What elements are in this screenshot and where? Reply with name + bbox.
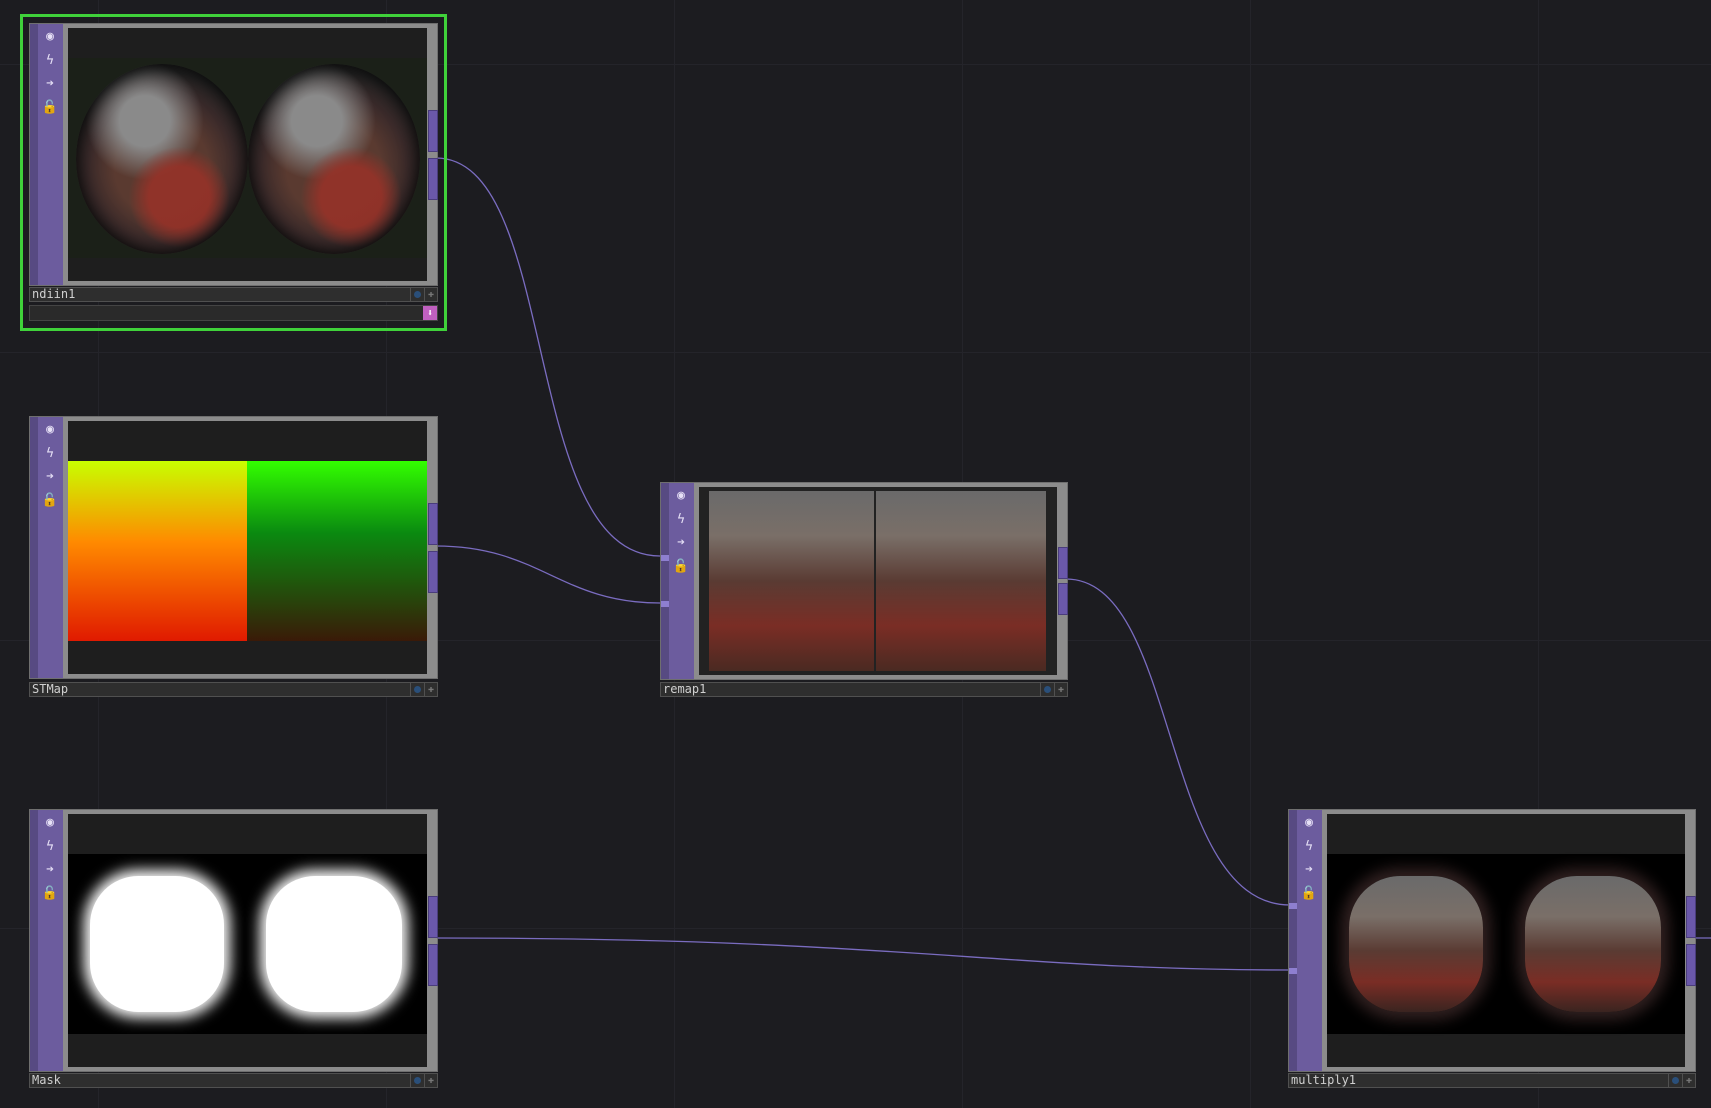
stmap-right-gradient	[247, 461, 427, 641]
bypass-flag-icon[interactable]: ϟ	[670, 508, 692, 530]
node-right-bar	[1057, 483, 1067, 679]
cook-indicator-icon[interactable]	[410, 683, 423, 696]
bypass-flag-icon[interactable]: ϟ	[39, 442, 61, 464]
flag-bar: ◉ ϟ ➔ 🔓	[30, 24, 63, 285]
viewer-flag-icon[interactable]: ◉	[39, 418, 61, 440]
remap-right-pano	[876, 491, 1046, 671]
node-right-bar	[427, 417, 437, 678]
display-flag-icon[interactable]: ➔	[39, 858, 61, 880]
lock-flag-icon[interactable]: 🔓	[39, 96, 61, 118]
bypass-flag-icon[interactable]: ϟ	[1298, 835, 1320, 857]
input-port[interactable]	[661, 601, 669, 607]
flag-bar: ◉ ϟ ➔ 🔓	[30, 417, 63, 678]
node-viewer	[68, 814, 427, 1067]
lock-flag-icon[interactable]: 🔓	[670, 555, 692, 577]
wire-remap1-multiply1[interactable]	[1065, 578, 1291, 906]
node-name[interactable]: remap1	[663, 683, 706, 696]
wire-stmap-remap1[interactable]	[435, 545, 661, 604]
display-flag-icon[interactable]: ➔	[1298, 858, 1320, 880]
node-name[interactable]: STMap	[32, 683, 68, 696]
node-label-bar: Mask ✚	[29, 1073, 438, 1088]
node-mask[interactable]: ◉ ϟ ➔ 🔓 Mask ✚	[29, 809, 438, 1093]
viewer-flag-icon[interactable]: ◉	[670, 484, 692, 506]
mask-blob-right	[266, 876, 402, 1012]
cook-indicator-icon[interactable]	[410, 1074, 423, 1087]
node-name[interactable]: ndiin1	[32, 288, 75, 301]
node-right-bar	[427, 810, 437, 1071]
expand-icon[interactable]: ✚	[1054, 683, 1067, 696]
stmap-left-gradient	[68, 461, 247, 641]
output-port[interactable]	[428, 944, 438, 986]
lock-flag-icon[interactable]: 🔓	[39, 489, 61, 511]
node-frame: ◉ ϟ ➔ 🔓	[29, 809, 438, 1072]
input-port[interactable]	[1289, 903, 1297, 909]
node-viewer	[1327, 814, 1685, 1067]
lock-flag-icon[interactable]: 🔓	[1298, 882, 1320, 904]
node-label-bar: multiply1 ✚	[1288, 1073, 1696, 1088]
parameter-strip	[29, 305, 438, 321]
cook-indicator-icon[interactable]	[1668, 1074, 1681, 1087]
flag-bar: ◉ ϟ ➔ 🔓	[1289, 810, 1322, 1071]
output-port[interactable]	[1686, 944, 1696, 986]
viewer-flag-icon[interactable]: ◉	[1298, 811, 1320, 833]
node-right-bar	[1685, 810, 1695, 1071]
node-label-bar: remap1 ✚	[660, 682, 1068, 697]
node-name[interactable]: Mask	[32, 1074, 61, 1087]
display-flag-icon[interactable]: ➔	[39, 465, 61, 487]
output-port[interactable]	[428, 896, 438, 938]
viewer-flag-icon[interactable]: ◉	[39, 811, 61, 833]
expand-icon[interactable]: ✚	[424, 288, 437, 301]
viewer-flag-icon[interactable]: ◉	[39, 25, 61, 47]
wire-mask-multiply1[interactable]	[435, 937, 1291, 971]
bypass-flag-icon[interactable]: ϟ	[39, 49, 61, 71]
node-frame: ◉ ϟ ➔ 🔓	[1288, 809, 1696, 1072]
output-port[interactable]	[428, 503, 438, 545]
expand-icon[interactable]: ✚	[1682, 1074, 1695, 1087]
node-viewer	[699, 487, 1057, 675]
display-flag-icon[interactable]: ➔	[39, 72, 61, 94]
node-stmap[interactable]: ◉ ϟ ➔ 🔓 STMap ✚	[29, 416, 438, 701]
output-port[interactable]	[1058, 547, 1068, 579]
masked-image-right	[1525, 876, 1661, 1012]
mask-blob-left	[90, 876, 224, 1012]
flag-bar: ◉ ϟ ➔ 🔓	[661, 483, 694, 679]
node-frame: ◉ ϟ ➔ 🔓	[29, 23, 438, 286]
output-port[interactable]	[428, 551, 438, 593]
expand-icon[interactable]: ✚	[424, 683, 437, 696]
output-port[interactable]	[428, 158, 438, 200]
remap-left-pano	[709, 491, 874, 671]
node-label-bar: ndiin1 ✚	[29, 287, 438, 302]
display-flag-icon[interactable]: ➔	[670, 531, 692, 553]
output-port[interactable]	[1686, 896, 1696, 938]
cook-indicator-icon[interactable]	[1040, 683, 1053, 696]
node-frame: ◉ ϟ ➔ 🔓	[660, 482, 1068, 680]
node-name[interactable]: multiply1	[1291, 1074, 1356, 1087]
expand-icon[interactable]: ✚	[424, 1074, 437, 1087]
download-icon[interactable]: ⬇	[423, 306, 437, 320]
output-port[interactable]	[1058, 583, 1068, 615]
lock-flag-icon[interactable]: 🔓	[39, 882, 61, 904]
node-label-bar: STMap ✚	[29, 682, 438, 697]
output-port[interactable]	[428, 110, 438, 152]
node-ndiin1[interactable]: ◉ ϟ ➔ 🔓 ndiin1 ✚ ⬇	[29, 23, 438, 327]
bypass-flag-icon[interactable]: ϟ	[39, 835, 61, 857]
node-multiply1[interactable]: ◉ ϟ ➔ 🔓 multiply1 ✚	[1288, 809, 1696, 1093]
cook-indicator-icon[interactable]	[410, 288, 423, 301]
wire-ndiin1-remap1[interactable]	[435, 157, 661, 557]
node-right-bar	[427, 24, 437, 285]
fisheye-right	[248, 64, 420, 254]
fisheye-left	[76, 64, 248, 254]
input-port[interactable]	[1289, 968, 1297, 974]
masked-image-left	[1349, 876, 1483, 1012]
node-viewer	[68, 28, 427, 281]
node-remap1[interactable]: ◉ ϟ ➔ 🔓 remap1 ✚	[660, 482, 1068, 700]
node-viewer	[68, 421, 427, 674]
flag-bar: ◉ ϟ ➔ 🔓	[30, 810, 63, 1071]
node-frame: ◉ ϟ ➔ 🔓	[29, 416, 438, 679]
input-port[interactable]	[661, 555, 669, 561]
